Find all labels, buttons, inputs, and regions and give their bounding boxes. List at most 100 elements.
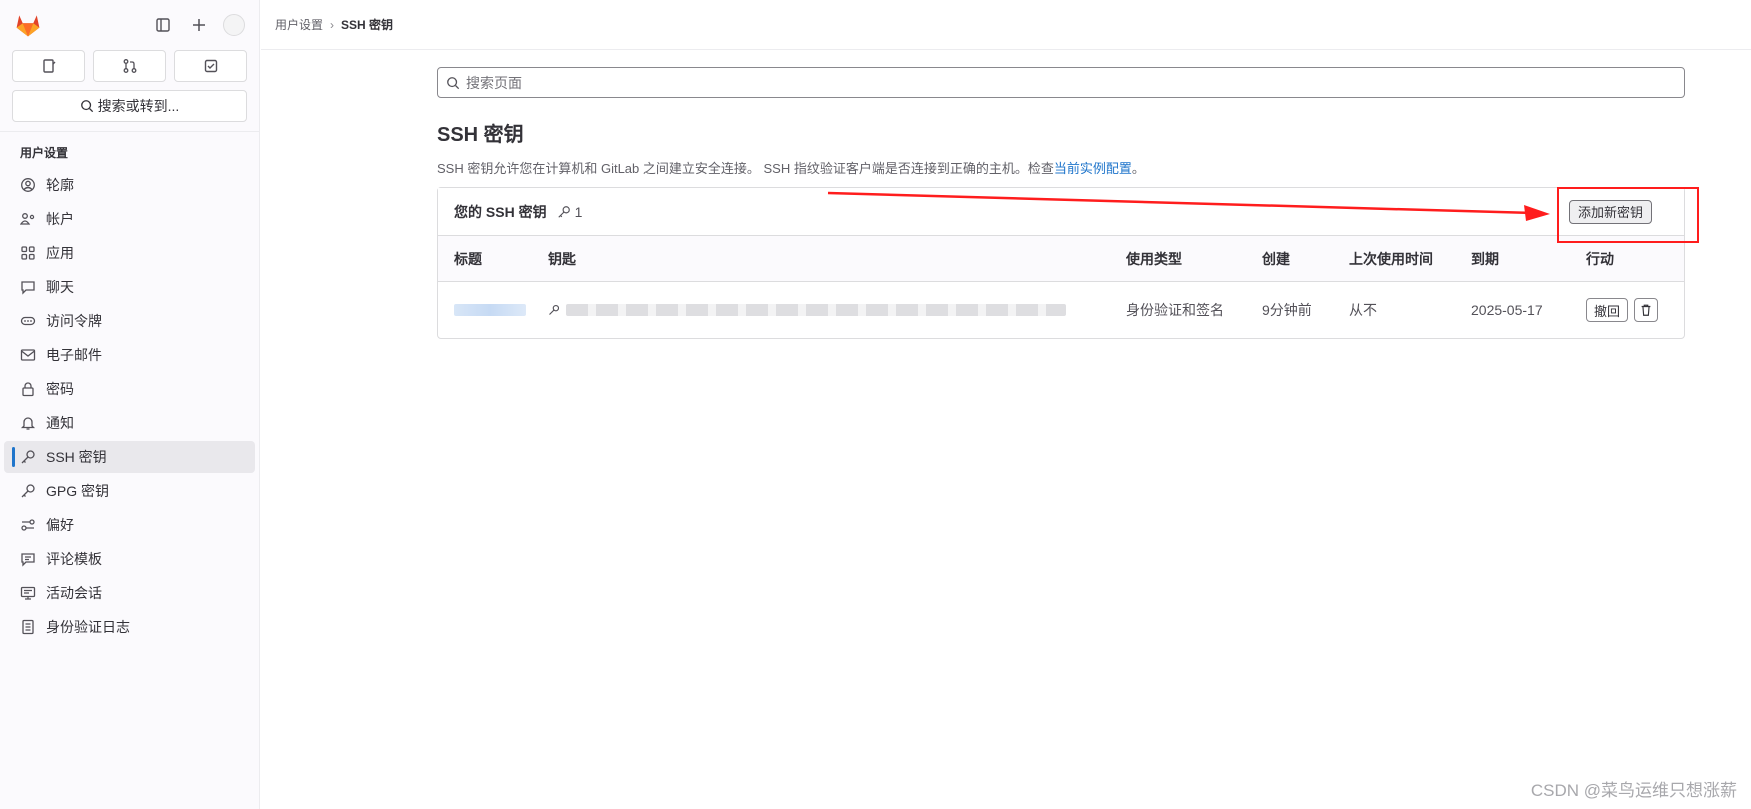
merge-requests-icon	[123, 59, 136, 73]
description-end: 。	[1131, 161, 1145, 176]
issues-icon	[42, 59, 55, 73]
table-header: 标题 钥匙 使用类型 创建 上次使用时间 到期 行动	[438, 236, 1684, 282]
sidebar-item-password[interactable]: 密码	[4, 373, 255, 405]
delete-button[interactable]	[1634, 298, 1659, 322]
watermark: CSDN @菜鸟运维只想涨薪	[1530, 781, 1737, 800]
page-search-input[interactable]: 搜索页面	[437, 67, 1685, 98]
preferences-icon	[20, 517, 36, 533]
blurred-fingerprint	[566, 304, 1066, 316]
sidebar-item-active-sessions[interactable]: 活动会话	[4, 577, 255, 609]
sidebar-item-label: 身份验证日志	[46, 619, 130, 635]
sidebar-item-label: 通知	[46, 415, 74, 431]
todo-tab[interactable]	[174, 50, 247, 82]
sidebar-item-access-tokens[interactable]: 访问令牌	[4, 305, 255, 337]
chevron-right-icon: ›	[330, 17, 335, 32]
sidebar-item-label: 访问令牌	[46, 313, 102, 329]
profile-icon	[20, 177, 36, 193]
sidebar-item-label: 轮廓	[46, 177, 74, 193]
sidebar-item-label: 电子邮件	[46, 347, 102, 363]
monitor-icon	[20, 585, 36, 601]
sidebar-item-ssh-keys[interactable]: SSH 密钥	[4, 441, 255, 473]
account-icon	[20, 211, 36, 227]
sidebar-item-auth-log[interactable]: 身份验证日志	[4, 611, 255, 643]
todo-icon	[204, 59, 217, 73]
table-row: 身份验证和签名 9分钟前 从不 2025-05-17 撤回	[438, 282, 1684, 338]
top-bar: 用户设置 › SSH 密钥	[261, 0, 1751, 50]
column-title: 标题	[454, 250, 482, 267]
ssh-keys-card: 您的 SSH 密钥 1 添加新密钥 标题 钥匙 使用类型 创建 上次使用时间 到…	[437, 187, 1685, 339]
page-description: SSH 密钥允许您在计算机和 GitLab 之间建立安全连接。 SSH 指纹验证…	[437, 158, 1685, 177]
comment-icon	[20, 551, 36, 567]
key-count-value: 1	[574, 203, 583, 220]
sidebar-item-applications[interactable]: 应用	[4, 237, 255, 269]
column-last-used: 上次使用时间	[1349, 250, 1433, 267]
description-text: SSH 密钥允许您在计算机和 GitLab 之间建立安全连接。 SSH 指纹验证…	[437, 161, 1054, 176]
column-usage: 使用类型	[1126, 250, 1182, 267]
sidebar-item-notifications[interactable]: 通知	[4, 407, 255, 439]
chat-icon	[20, 279, 36, 295]
sidebar-item-gpg-keys[interactable]: GPG 密钥	[4, 475, 255, 507]
actions-cell: 撤回	[1586, 298, 1684, 322]
search-icon	[80, 100, 93, 113]
lock-icon	[20, 381, 36, 397]
sidebar-item-chat[interactable]: 聊天	[4, 271, 255, 303]
log-icon	[20, 619, 36, 635]
page-search-placeholder: 搜索页面	[466, 74, 522, 91]
revoke-button[interactable]: 撤回	[1586, 298, 1629, 322]
applications-icon	[20, 245, 36, 261]
token-icon	[20, 313, 36, 329]
key-count: 1	[557, 203, 583, 220]
column-expires: 到期	[1471, 250, 1499, 267]
main-content: 搜索页面 SSH 密钥 SSH 密钥允许您在计算机和 GitLab 之间建立安全…	[437, 67, 1685, 339]
gitlab-logo[interactable]	[14, 11, 42, 39]
sidebar-item-label: 偏好	[46, 517, 74, 533]
page-title: SSH 密钥	[437, 124, 524, 146]
merge-requests-tab[interactable]	[93, 50, 166, 82]
sidebar-item-label: GPG 密钥	[46, 483, 110, 499]
key-title-cell[interactable]	[454, 304, 548, 316]
sidebar-search-button[interactable]: 搜索或转到...	[12, 90, 247, 122]
key-icon	[549, 304, 560, 315]
sidebar-item-emails[interactable]: 电子邮件	[4, 339, 255, 371]
sidebar-search-label: 搜索或转到...	[97, 98, 180, 114]
mail-icon	[20, 347, 36, 363]
sidebar-item-comment-templates[interactable]: 评论模板	[4, 543, 255, 575]
trash-icon	[1641, 304, 1651, 316]
sidebar-item-label: 密码	[46, 381, 74, 397]
sidebar-item-profile[interactable]: 轮廓	[4, 169, 255, 201]
sidebar-header	[0, 0, 259, 50]
sidebar-item-label: 评论模板	[46, 551, 102, 567]
sidebar-item-label: SSH 密钥	[46, 449, 107, 465]
plus-icon[interactable]	[187, 13, 211, 37]
key-icon	[557, 205, 570, 218]
column-actions: 行动	[1586, 250, 1614, 267]
key-fingerprint-cell	[548, 304, 1126, 316]
sidebar-item-preferences[interactable]: 偏好	[4, 509, 255, 541]
avatar[interactable]	[223, 14, 245, 36]
issues-tab[interactable]	[12, 50, 85, 82]
sidebar-item-account[interactable]: 帐户	[4, 203, 255, 235]
annotation-highlight-box	[1557, 187, 1699, 243]
search-icon	[447, 76, 460, 89]
sidebar-item-label: 聊天	[46, 279, 74, 295]
sidebar-tabs	[0, 50, 259, 82]
breadcrumb-parent[interactable]: 用户设置	[275, 16, 323, 33]
sidebar-toggle-icon[interactable]	[151, 13, 175, 37]
blurred-key-title	[454, 304, 526, 316]
sidebar-section-title: 用户设置	[20, 146, 69, 160]
last-used-cell: 从不	[1349, 302, 1377, 318]
column-created: 创建	[1262, 250, 1290, 267]
breadcrumb-current[interactable]: SSH 密钥	[341, 16, 393, 33]
usage-cell: 身份验证和签名	[1126, 302, 1224, 318]
instance-config-link[interactable]: 当前实例配置	[1054, 161, 1132, 176]
card-header: 您的 SSH 密钥 1 添加新密钥	[438, 188, 1684, 236]
created-cell: 9分钟前	[1262, 302, 1312, 318]
sidebar: 搜索或转到... 用户设置 轮廓 帐户 应用 聊天 访问令牌 电子邮件 密码 通…	[0, 0, 260, 809]
expires-cell: 2025-05-17	[1471, 302, 1543, 318]
bell-icon	[20, 415, 36, 431]
card-title: 您的 SSH 密钥	[454, 203, 547, 220]
key-icon	[20, 483, 36, 499]
sidebar-item-label: 应用	[46, 245, 74, 261]
column-key: 钥匙	[548, 250, 576, 267]
breadcrumb: 用户设置 › SSH 密钥	[275, 16, 393, 33]
